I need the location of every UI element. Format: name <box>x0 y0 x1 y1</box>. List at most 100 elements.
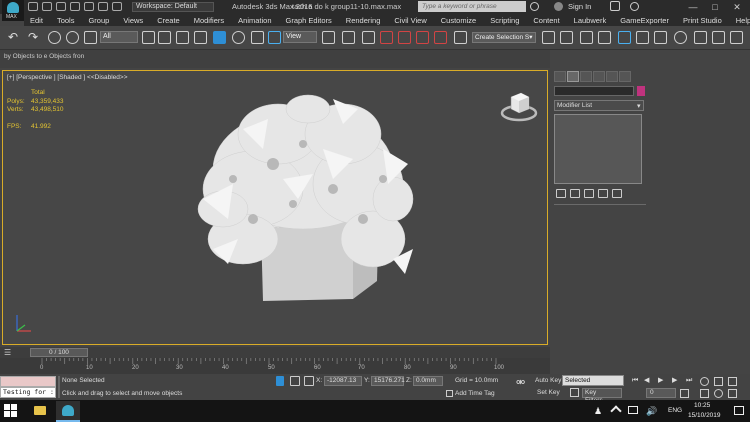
mirror-icon[interactable] <box>542 31 555 44</box>
maximize-viewport-icon[interactable] <box>728 389 737 398</box>
menu-gameexporter[interactable]: GameExporter <box>620 16 669 25</box>
isolate-selection-icon[interactable] <box>290 376 300 386</box>
track-bar[interactable] <box>0 358 550 374</box>
mini-curve-editor-icon[interactable]: ☰ <box>4 348 14 357</box>
z-coord-field[interactable]: 0.0mm <box>413 376 443 386</box>
modifier-list-dropdown[interactable]: Modifier List <box>554 100 644 111</box>
percent-snap-icon[interactable] <box>416 31 429 44</box>
select-object-icon[interactable] <box>142 31 155 44</box>
menu-animation[interactable]: Animation <box>238 16 271 25</box>
menu-group[interactable]: Group <box>88 16 109 25</box>
input-language[interactable]: ENG <box>668 407 682 414</box>
menu-help[interactable]: Help <box>736 16 750 25</box>
display-tab-icon[interactable] <box>606 70 618 82</box>
menu-modifiers[interactable]: Modifiers <box>194 16 224 25</box>
menu-views[interactable]: Views <box>123 16 143 25</box>
create-tab-icon[interactable] <box>554 70 566 82</box>
make-unique-icon[interactable] <box>584 188 594 198</box>
named-selection-set-dropdown[interactable]: Create Selection S▾ <box>472 32 536 43</box>
ribbon-toggle-icon[interactable] <box>618 31 631 44</box>
app-logo-button[interactable]: MAX <box>2 0 24 21</box>
minimize-button[interactable]: — <box>682 0 704 14</box>
menu-edit[interactable]: Edit <box>30 16 43 25</box>
menu-civil-view[interactable]: Civil View <box>394 16 426 25</box>
menu-customize[interactable]: Customize <box>441 16 476 25</box>
menu-create[interactable]: Create <box>157 16 180 25</box>
clock-date[interactable]: 15/10/2019 <box>688 412 721 419</box>
select-manipulate-icon[interactable] <box>342 31 355 44</box>
select-and-scale-icon[interactable] <box>251 31 264 44</box>
menu-graph-editors[interactable]: Graph Editors <box>286 16 332 25</box>
time-configuration-icon[interactable] <box>680 389 689 398</box>
save-file-icon[interactable] <box>56 2 66 11</box>
hierarchy-tab-icon[interactable] <box>580 70 592 82</box>
exchange-icon[interactable] <box>610 1 620 11</box>
object-color-swatch[interactable] <box>637 86 645 96</box>
configure-modifier-sets-icon[interactable] <box>612 188 622 198</box>
viewcube[interactable] <box>499 85 539 125</box>
orbit-icon[interactable] <box>714 389 723 398</box>
absolute-mode-icon[interactable] <box>304 376 314 386</box>
taskbar-file-explorer-icon[interactable] <box>28 401 52 422</box>
sign-in-link[interactable]: Sign In <box>568 2 591 11</box>
close-button[interactable]: ✕ <box>726 0 748 14</box>
undo-icon[interactable] <box>70 2 80 11</box>
play-icon[interactable]: ▶ <box>658 376 666 385</box>
key-mode-toggle-icon[interactable] <box>570 388 579 397</box>
zoom-icon[interactable] <box>700 377 709 386</box>
field-of-view-icon[interactable] <box>728 377 737 386</box>
render-setup-icon[interactable] <box>694 31 707 44</box>
bind-space-warp-icon[interactable] <box>84 31 97 44</box>
auto-key-mode-dropdown[interactable]: Selected <box>562 375 624 386</box>
search-icon[interactable] <box>530 2 539 11</box>
network-icon[interactable] <box>628 406 638 414</box>
window-crossing-icon[interactable] <box>194 31 207 44</box>
utilities-tab-icon[interactable] <box>619 70 631 82</box>
toggle-layer-explorer-icon[interactable] <box>598 31 611 44</box>
search-input[interactable]: Type a keyword or phrase <box>418 1 526 12</box>
undo-toolbar-icon[interactable]: ↶ <box>8 31 21 44</box>
help-icon[interactable] <box>630 2 639 11</box>
link-icon[interactable] <box>48 31 61 44</box>
viewport-label-menu[interactable]: [+] [Perspective ] [Shaded ] <<Disabled>… <box>7 74 128 81</box>
plant-in-pot-model[interactable] <box>183 89 423 309</box>
maxscript-output[interactable]: Testing for : <box>0 387 56 398</box>
select-and-place-icon[interactable] <box>268 31 281 44</box>
set-key-button[interactable]: Set Key <box>537 389 560 396</box>
workspace-dropdown[interactable]: Workspace: Default <box>132 2 214 12</box>
taskbar-3ds-max-icon[interactable] <box>56 401 80 422</box>
go-to-start-icon[interactable]: ⏮ <box>632 376 640 385</box>
menu-scripting[interactable]: Scripting <box>490 16 519 25</box>
clock-time[interactable]: 10:25 <box>694 402 710 409</box>
keyboard-shortcut-override-icon[interactable] <box>362 31 375 44</box>
next-frame-icon[interactable]: ▶ <box>672 376 680 385</box>
menu-tools[interactable]: Tools <box>57 16 75 25</box>
y-coord-field[interactable]: 15176.271 <box>371 376 405 386</box>
auto-key-button[interactable]: Auto Key <box>535 377 561 384</box>
snaps-toggle-icon[interactable] <box>380 31 393 44</box>
spinner-snap-icon[interactable] <box>434 31 447 44</box>
ribbon-tab-label[interactable]: by Objects to e Objects fron <box>4 53 84 60</box>
menu-laubwerk[interactable]: Laubwerk <box>574 16 607 25</box>
redo-toolbar-icon[interactable]: ↷ <box>28 31 41 44</box>
remove-modifier-icon[interactable] <box>598 188 608 198</box>
show-end-result-icon[interactable] <box>570 188 580 198</box>
add-time-tag-button[interactable]: Add Time Tag <box>455 390 495 397</box>
angle-snap-icon[interactable] <box>398 31 411 44</box>
render-production-icon[interactable] <box>730 31 743 44</box>
maxscript-listener-input[interactable] <box>0 376 56 387</box>
pivot-center-icon[interactable] <box>322 31 335 44</box>
rectangle-selection-icon[interactable] <box>176 31 189 44</box>
selection-lock-icon[interactable] <box>276 376 284 386</box>
project-folder-icon[interactable] <box>98 2 108 11</box>
key-icon[interactable]: ⚮ <box>516 378 526 389</box>
pan-view-icon[interactable] <box>700 389 709 398</box>
modify-tab-icon[interactable] <box>567 70 579 82</box>
edit-named-selection-icon[interactable] <box>454 31 467 44</box>
pin-stack-icon[interactable] <box>556 188 566 198</box>
volume-icon[interactable]: 🔊 <box>646 406 657 417</box>
select-by-name-icon[interactable] <box>158 31 171 44</box>
key-filters-button[interactable]: Key Filters... <box>582 388 622 404</box>
material-editor-icon[interactable] <box>674 31 687 44</box>
unlink-icon[interactable] <box>66 31 79 44</box>
